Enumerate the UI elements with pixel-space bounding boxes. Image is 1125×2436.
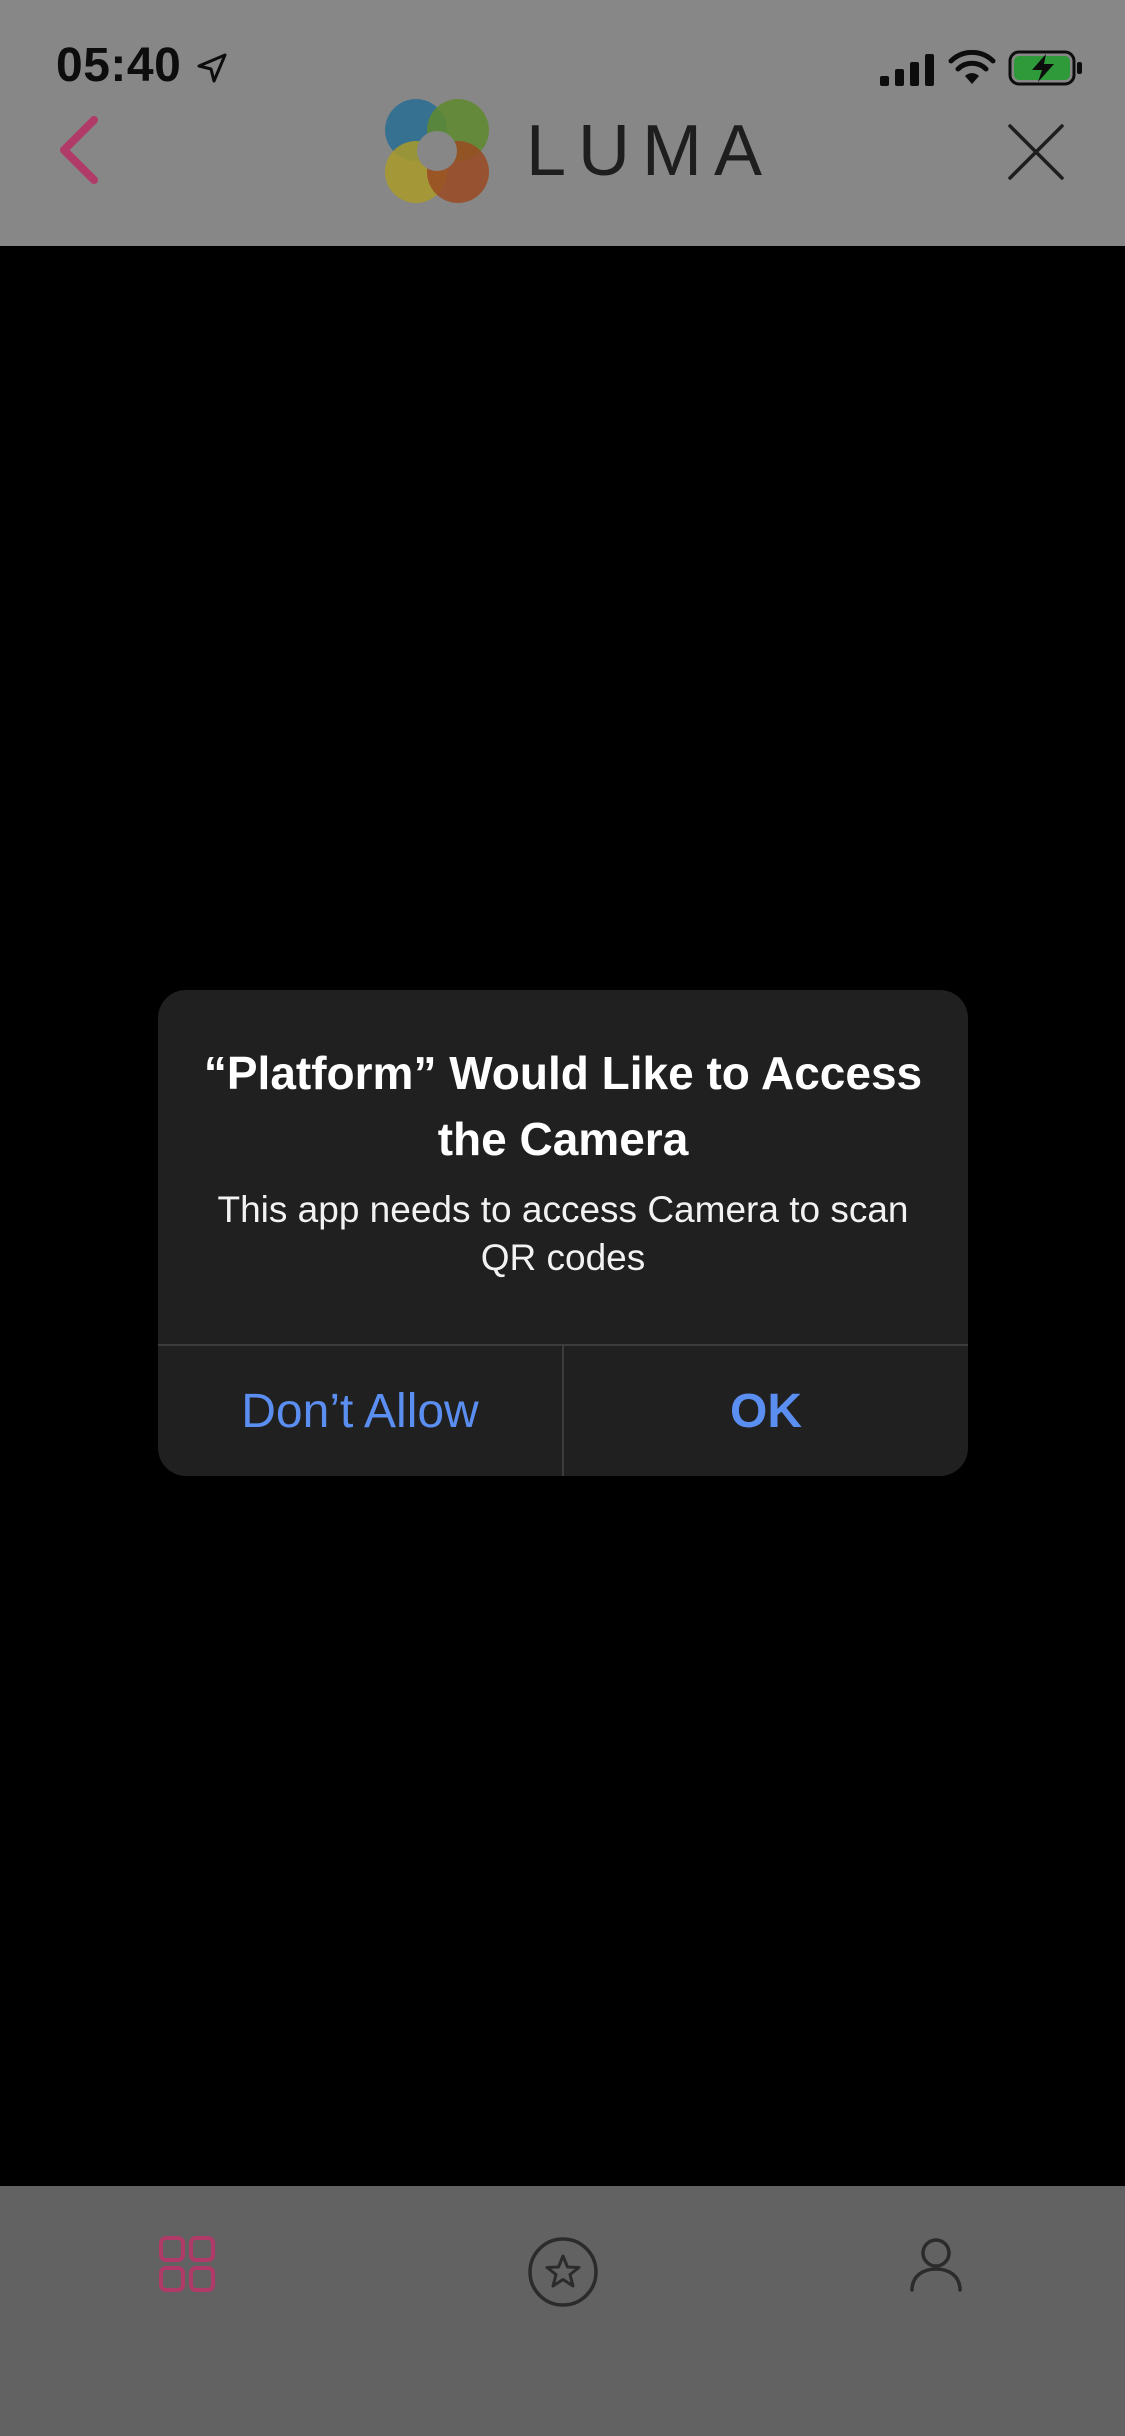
tab-profile[interactable] (866, 2236, 1006, 2376)
location-arrow-icon (197, 53, 227, 83)
luma-logo: LUMA (382, 92, 762, 208)
header: 05:40 LUMA (0, 0, 1125, 246)
ok-button[interactable]: OK (564, 1346, 968, 1476)
luma-logo-mark-icon (385, 99, 489, 203)
tab-grid[interactable] (117, 2236, 257, 2376)
tab-bar (0, 2186, 1125, 2436)
app-screen: 05:40 LUMA “Platform” Would Like to Acce… (0, 0, 1125, 2436)
dialog-message: This app needs to access Camera to scan … (217, 1189, 909, 1278)
grid-icon (159, 2236, 215, 2292)
status-time: 05:40 (56, 39, 182, 92)
close-button[interactable] (1006, 122, 1066, 182)
dont-allow-button[interactable]: Don’t Allow (158, 1346, 562, 1476)
cellular-signal-icon (880, 54, 934, 86)
profile-icon (910, 2238, 962, 2292)
battery-charging-icon (1008, 50, 1082, 86)
logo-text: LUMA (526, 111, 775, 191)
dialog-title: “Platform” Would Like to Access the Came… (203, 1047, 923, 1165)
star-circle-icon (528, 2237, 598, 2307)
wifi-icon (948, 50, 996, 84)
camera-permission-dialog: “Platform” Would Like to Access the Came… (158, 990, 968, 1476)
back-button[interactable] (50, 112, 106, 188)
tab-favorites[interactable] (493, 2236, 633, 2376)
